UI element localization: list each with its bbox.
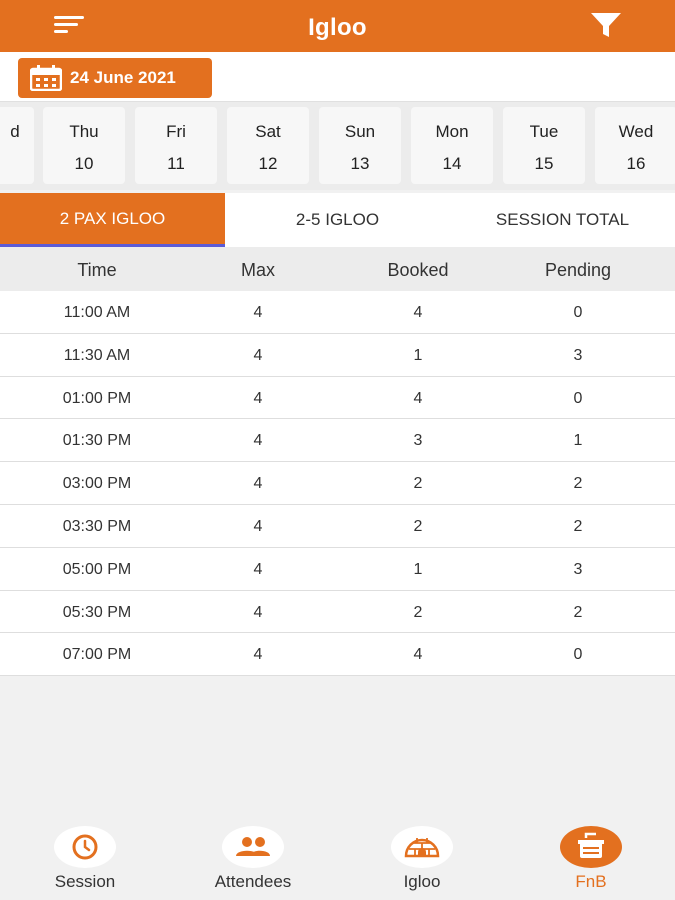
- cell-time: 03:00 PM: [62, 475, 132, 493]
- filter-icon: [591, 13, 621, 37]
- filter-button[interactable]: [588, 10, 624, 40]
- cell-booked: 2: [413, 475, 423, 493]
- table-row[interactable]: 05:00 PM 4 1 3: [0, 547, 675, 591]
- cell-pending: 2: [573, 475, 583, 493]
- page-title: Igloo: [308, 14, 367, 41]
- table-header: Time Max Booked Pending: [0, 247, 675, 291]
- date-row: 24 June 2021: [0, 52, 675, 102]
- table-row[interactable]: 01:00 PM 4 4 0: [0, 376, 675, 420]
- cell-max: 4: [253, 560, 263, 578]
- cell-max: 4: [253, 475, 263, 493]
- cell-pending: 1: [573, 432, 583, 450]
- clock-icon: [72, 834, 98, 860]
- cell-pending: 3: [573, 346, 583, 364]
- table-row[interactable]: 03:00 PM 4 2 2: [0, 462, 675, 505]
- tab-2-5-igloo[interactable]: 2-5 IGLOO: [225, 193, 450, 247]
- cell-booked: 1: [413, 560, 423, 578]
- cell-max: 4: [253, 432, 263, 450]
- table-row[interactable]: 11:00 AM 4 4 0: [0, 291, 675, 334]
- table-row[interactable]: 01:30 PM 4 3 1: [0, 419, 675, 463]
- igloo-icon: [404, 838, 440, 858]
- day-number: 16: [626, 154, 646, 173]
- session-table: 11:00 AM 4 4 0 11:30 AM 4 1 3 01:00 PM 4…: [0, 291, 675, 677]
- day-item-sat[interactable]: Sat 12: [227, 107, 309, 184]
- cell-booked: 2: [413, 603, 423, 621]
- column-header-max: Max: [240, 260, 276, 280]
- tab-2-pax-igloo[interactable]: 2 PAX IGLOO: [0, 193, 225, 247]
- day-item-mon[interactable]: Mon 14: [411, 107, 493, 184]
- nav-label: FnB: [575, 872, 607, 891]
- nav-label: Attendees: [214, 872, 292, 891]
- selected-date: 24 June 2021: [70, 68, 176, 87]
- cell-time: 01:30 PM: [62, 432, 132, 450]
- app-header: Igloo: [0, 0, 675, 52]
- tab-session-total[interactable]: SESSION TOTAL: [450, 193, 675, 247]
- column-header-pending: Pending: [544, 260, 612, 280]
- day-item-thu[interactable]: Thu 10: [43, 107, 125, 184]
- day-name: Wed: [618, 122, 654, 141]
- table-row[interactable]: 07:00 PM 4 4 0: [0, 633, 675, 677]
- table-row[interactable]: 05:30 PM 4 2 2: [0, 590, 675, 634]
- nav-label: Igloo: [403, 872, 441, 891]
- day-name: Sat: [255, 122, 281, 141]
- cell-pending: 0: [573, 304, 583, 321]
- nav-attendees[interactable]: Attendees: [203, 826, 303, 892]
- cell-time: 01:00 PM: [62, 389, 132, 407]
- cell-time: 03:30 PM: [62, 517, 132, 535]
- day-name: Fri: [166, 122, 186, 141]
- date-picker-button[interactable]: 24 June 2021: [18, 58, 212, 98]
- food-icon: [578, 832, 604, 858]
- cell-max: 4: [253, 304, 263, 321]
- cell-booked: 2: [413, 517, 423, 535]
- people-icon: [236, 837, 270, 856]
- cell-time: 11:30 AM: [63, 346, 131, 364]
- nav-label: Session: [54, 872, 116, 891]
- day-name: Sun: [344, 122, 376, 141]
- calendar-icon: [30, 65, 62, 91]
- day-number: 13: [350, 154, 370, 173]
- cell-max: 4: [253, 517, 263, 535]
- day-item-tue[interactable]: Tue 15: [503, 107, 585, 184]
- day-item-sun[interactable]: Sun 13: [319, 107, 401, 184]
- day-name: Tue: [529, 122, 559, 141]
- day-selector: d Thu 10 Fri 11 Sat 12 Sun 13 Mon 14 Tue…: [0, 102, 675, 190]
- cell-time: 11:00 AM: [63, 304, 131, 321]
- cell-max: 4: [253, 389, 263, 407]
- cell-max: 4: [253, 346, 263, 364]
- nav-igloo[interactable]: Igloo: [372, 826, 472, 892]
- bottom-navigation: Session Attendees Igloo FnB: [0, 820, 675, 900]
- table-row[interactable]: 11:30 AM 4 1 3: [0, 333, 675, 377]
- cell-booked: 1: [413, 346, 423, 364]
- day-number: 15: [534, 154, 554, 173]
- day-item-wed[interactable]: Wed 16: [595, 107, 675, 184]
- day-item[interactable]: d: [0, 107, 34, 184]
- cell-booked: 4: [413, 304, 423, 321]
- nav-session[interactable]: Session: [35, 826, 135, 892]
- column-header-time: Time: [77, 260, 117, 280]
- cell-pending: 3: [573, 560, 583, 578]
- cell-pending: 2: [573, 603, 583, 621]
- cell-pending: 0: [573, 646, 583, 664]
- day-number: 14: [442, 154, 462, 173]
- cell-pending: 0: [573, 389, 583, 407]
- nav-fnb[interactable]: FnB: [541, 826, 641, 892]
- day-number: 11: [167, 154, 185, 173]
- cell-pending: 2: [573, 517, 583, 535]
- day-number: 12: [258, 154, 278, 173]
- cell-booked: 3: [413, 432, 423, 450]
- cell-booked: 4: [413, 389, 423, 407]
- cell-max: 4: [253, 646, 263, 664]
- column-header-booked: Booked: [387, 260, 449, 280]
- cell-booked: 4: [413, 646, 423, 664]
- tab-bar: 2 PAX IGLOO 2-5 IGLOO SESSION TOTAL: [0, 193, 675, 247]
- cell-time: 05:00 PM: [62, 560, 132, 578]
- table-row[interactable]: 03:30 PM 4 2 2: [0, 504, 675, 548]
- cell-max: 4: [253, 603, 263, 621]
- cell-time: 07:00 PM: [62, 646, 132, 664]
- day-name: Thu: [69, 122, 99, 141]
- day-item-fri[interactable]: Fri 11: [135, 107, 217, 184]
- cell-time: 05:30 PM: [62, 603, 132, 621]
- day-number: 10: [74, 154, 94, 173]
- day-name: Mon: [435, 122, 469, 141]
